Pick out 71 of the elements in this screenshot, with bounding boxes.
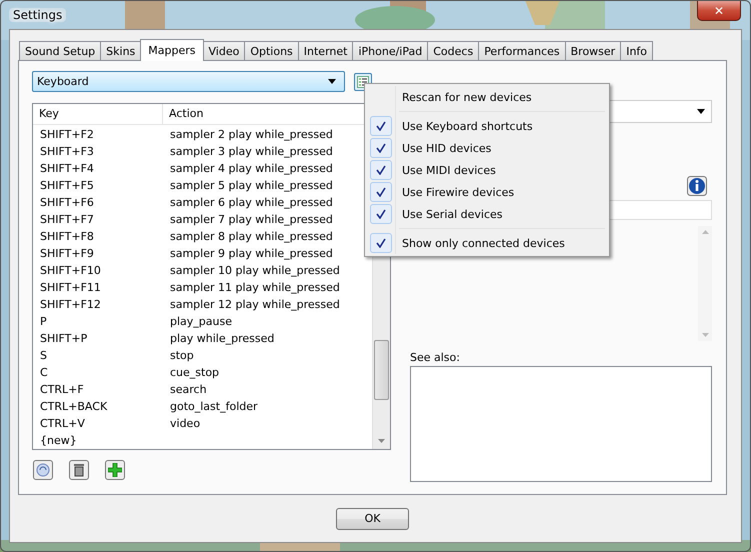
table-cell-text: C — [39, 365, 49, 381]
table-cell-text: video — [169, 416, 202, 432]
table-cell-text: sampler 10 play while_pressed — [169, 263, 341, 279]
table-cell-text: SHIFT+F10 — [39, 263, 102, 279]
menu-item[interactable]: Rescan for new devices — [402, 90, 532, 104]
table-cell-text: sampler 2 play while_pressed — [169, 127, 334, 143]
see-also-label: See also: — [410, 351, 461, 364]
scroll-down-icon[interactable] — [378, 438, 385, 442]
menu-item[interactable]: Show only connected devices — [402, 236, 565, 250]
table-cell-text: P — [39, 314, 48, 330]
dropdown-arrow-icon — [328, 79, 336, 84]
tab[interactable]: Skins — [100, 41, 142, 60]
table-cell-text: sampler 5 play while_pressed — [169, 178, 334, 194]
tab[interactable]: Options — [244, 41, 299, 60]
table-cell-text: sampler 4 play while_pressed — [169, 161, 334, 177]
table-cell-text: sampler 11 play while_pressed — [169, 280, 341, 296]
table-cell-text: S — [39, 348, 48, 364]
table-cell-text: sampler 7 play while_pressed — [169, 212, 334, 228]
table-cell-text: search — [169, 382, 208, 398]
table-cell-text: SHIFT+F3 — [39, 144, 95, 160]
plus-icon — [108, 463, 122, 477]
info-icon[interactable] — [687, 176, 707, 196]
menu-item[interactable]: Use Serial devices — [402, 208, 503, 220]
menu-item[interactable]: Use Firewire devices — [402, 186, 514, 198]
table-cell-text: sampler 6 play while_pressed — [169, 195, 334, 211]
table-cell-text: cue_stop — [169, 365, 220, 381]
table-cell-text: goto_last_folder — [169, 399, 259, 415]
tab[interactable]: Browser — [564, 41, 622, 60]
table-cell-text: CTRL+BACK — [39, 399, 108, 415]
see-also-box[interactable] — [410, 366, 712, 482]
table-cell-text: sampler 8 play while_pressed — [169, 229, 334, 245]
tab[interactable]: iPhone/iPad — [352, 41, 428, 60]
table-cell-text: sampler 12 play while_pressed — [169, 297, 341, 313]
table-cell-text: {new} — [39, 433, 78, 449]
trash-icon — [73, 463, 85, 477]
menu-item[interactable]: Use HID devices — [402, 142, 492, 154]
tab[interactable]: Internet — [298, 41, 354, 60]
table-cell-text: SHIFT+F9 — [39, 246, 95, 262]
table-cell-text: SHIFT+F5 — [39, 178, 95, 194]
tab[interactable]: Sound Setup — [19, 41, 102, 60]
table-cell-text: play_pause — [169, 314, 233, 330]
menu-item[interactable]: Use MIDI devices — [402, 164, 496, 176]
table-cell-text: stop — [169, 348, 195, 364]
table-cell-text: SHIFT+F2 — [39, 127, 95, 143]
column-header[interactable]: Key — [33, 104, 163, 124]
menu-item[interactable]: Use Keyboard shortcuts — [402, 120, 533, 132]
table-cell-text: sampler 9 play while_pressed — [169, 246, 334, 262]
refresh-button[interactable] — [33, 460, 53, 480]
table-cell-text: sampler 3 play while_pressed — [169, 144, 334, 160]
table-cell-text: CTRL+F — [39, 382, 85, 398]
table-cell-text: SHIFT+F6 — [39, 195, 95, 211]
table-cell-text: SHIFT+F4 — [39, 161, 95, 177]
tab[interactable]: Mappers — [140, 39, 204, 61]
tab[interactable]: Codecs — [427, 41, 480, 60]
close-button[interactable]: ✕ — [697, 1, 741, 21]
delete-button[interactable] — [69, 460, 89, 480]
table-cell-text: SHIFT+F7 — [39, 212, 95, 228]
tab[interactable]: Performances — [478, 41, 566, 60]
table-cell-text: SHIFT+F12 — [39, 297, 102, 313]
table-cell-text: SHIFT+F11 — [39, 280, 102, 296]
table-cell-text: SHIFT+P — [39, 331, 88, 347]
tab[interactable]: Video — [202, 41, 246, 60]
add-button[interactable] — [105, 460, 125, 480]
table-cell-text: play while_pressed — [169, 331, 276, 347]
dropdown-arrow-icon — [697, 109, 705, 114]
table-cell-text: SHIFT+F8 — [39, 229, 95, 245]
table-cell-text: CTRL+V — [39, 416, 86, 432]
refresh-icon — [36, 463, 50, 477]
tab[interactable]: Info — [620, 41, 654, 60]
device-dropdown[interactable]: Keyboard — [32, 71, 345, 92]
ok-button[interactable]: OK — [336, 508, 409, 530]
